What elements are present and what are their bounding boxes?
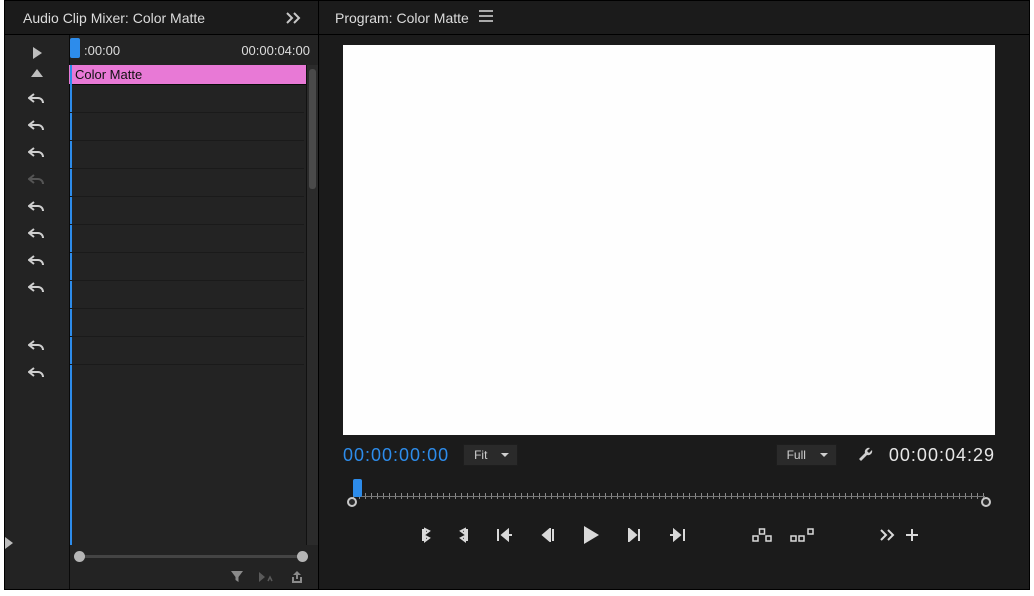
ruler-time-end: 00:00:04:00 xyxy=(241,43,310,58)
mark-in-button[interactable] xyxy=(420,527,432,543)
program-monitor-viewport xyxy=(343,45,995,435)
undo-button[interactable] xyxy=(17,248,57,274)
quality-dropdown[interactable]: Full xyxy=(776,444,837,466)
undo-button[interactable] xyxy=(17,140,57,166)
settings-wrench-icon[interactable] xyxy=(857,445,875,466)
program-scrub-bar[interactable] xyxy=(343,475,995,515)
audio-mixer-title: Audio Clip Mixer: Color Matte xyxy=(23,10,280,26)
track-row[interactable] xyxy=(70,113,304,141)
timeline-clip[interactable]: Color Matte xyxy=(69,65,318,85)
undo-button[interactable] xyxy=(17,360,57,386)
track-row[interactable] xyxy=(70,85,304,113)
track-row[interactable] xyxy=(70,281,304,309)
timeline-vertical-scrollbar[interactable] xyxy=(306,65,318,545)
ruler-time-start: :00:00 xyxy=(84,43,120,58)
button-editor-add-icon[interactable] xyxy=(906,529,918,541)
chevron-down-icon xyxy=(501,453,509,457)
current-timecode[interactable]: 00:00:00:00 xyxy=(343,445,449,466)
more-tools-chevron-icon[interactable] xyxy=(880,529,898,541)
track-row[interactable] xyxy=(70,141,304,169)
clip-label: Color Matte xyxy=(75,67,142,82)
undo-button[interactable] xyxy=(17,275,57,301)
track-row[interactable] xyxy=(70,337,304,365)
expand-head-icon[interactable] xyxy=(5,537,13,549)
track-row[interactable] xyxy=(70,253,304,281)
undo-button xyxy=(17,167,57,193)
undo-button[interactable] xyxy=(17,221,57,247)
go-to-out-button[interactable] xyxy=(668,528,686,542)
zoom-dropdown[interactable]: Fit xyxy=(463,444,518,466)
step-back-button[interactable] xyxy=(540,528,556,542)
program-playhead[interactable] xyxy=(353,479,362,497)
extract-button[interactable] xyxy=(790,528,814,542)
duration-timecode: 00:00:04:29 xyxy=(889,445,995,466)
collapse-panel-chevron-icon[interactable] xyxy=(280,7,310,29)
playhead-marker[interactable] xyxy=(70,38,80,58)
zoom-dropdown-label: Fit xyxy=(474,448,487,462)
timeline-zoom-scrollbar[interactable] xyxy=(74,549,308,563)
export-icon[interactable] xyxy=(290,570,304,584)
chevron-down-icon xyxy=(820,453,828,457)
undo-button[interactable] xyxy=(17,86,57,112)
collapse-tracks-icon[interactable] xyxy=(31,69,43,77)
timeline-play-icon[interactable] xyxy=(33,47,42,59)
time-ruler[interactable]: :00:00 00:00:04:00 xyxy=(70,35,318,65)
track-row[interactable] xyxy=(70,169,304,197)
mark-out-button[interactable] xyxy=(458,527,470,543)
keyframe-play-icon[interactable] xyxy=(258,571,276,583)
undo-button[interactable] xyxy=(17,194,57,220)
quality-dropdown-label: Full xyxy=(787,448,806,462)
lift-button[interactable] xyxy=(752,528,772,542)
track-row[interactable] xyxy=(70,197,304,225)
track-row[interactable] xyxy=(70,225,304,253)
track-row[interactable] xyxy=(70,309,304,337)
play-button[interactable] xyxy=(582,525,600,545)
go-to-in-button[interactable] xyxy=(496,528,514,542)
undo-button[interactable] xyxy=(17,113,57,139)
program-monitor-title: Program: Color Matte xyxy=(335,10,469,26)
undo-button[interactable] xyxy=(17,333,57,359)
filter-icon[interactable] xyxy=(230,570,244,584)
step-forward-button[interactable] xyxy=(626,528,642,542)
panel-menu-icon[interactable] xyxy=(479,10,493,25)
